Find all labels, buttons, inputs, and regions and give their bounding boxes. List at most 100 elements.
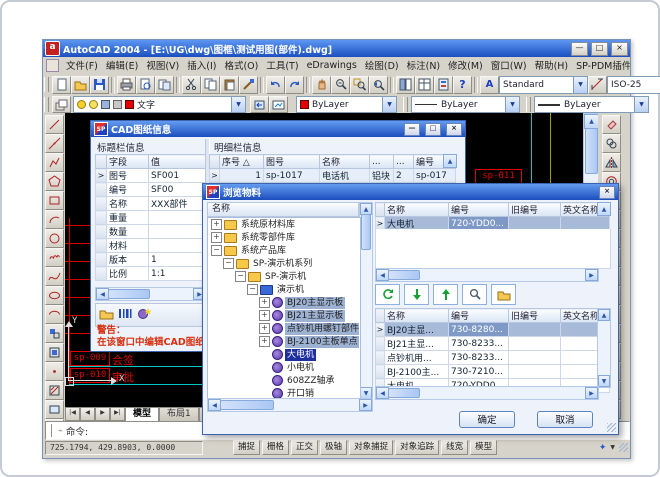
toggle-model[interactable]: 模型 — [470, 440, 497, 455]
tree-item[interactable]: +BJ20主显示板 — [209, 296, 359, 309]
list-vscrollbar[interactable]: ▲ ▼ — [597, 308, 611, 388]
menu-format[interactable]: 格式(O) — [220, 58, 262, 72]
layer-states-icon[interactable] — [269, 96, 288, 113]
toggle-otrack[interactable]: 对象追踪 — [395, 440, 439, 455]
menu-tools[interactable]: 工具(T) — [262, 58, 302, 72]
barcode-icon[interactable] — [118, 307, 133, 323]
new-icon[interactable] — [52, 76, 71, 94]
tab-first-icon[interactable]: |◀ — [65, 407, 80, 421]
plot-icon[interactable] — [117, 76, 136, 94]
open-folder-icon[interactable] — [491, 284, 516, 305]
menu-window[interactable]: 窗口(W) — [487, 58, 531, 72]
collapse-icon[interactable]: − — [247, 284, 258, 295]
expand-icon[interactable]: + — [259, 297, 270, 308]
spline-icon[interactable] — [45, 267, 64, 286]
plot-preview-icon[interactable] — [136, 76, 155, 94]
lineweight-combo[interactable]: ByLayer ▼ — [534, 96, 649, 113]
expand-icon[interactable]: + — [211, 219, 222, 230]
zoom-previous-icon[interactable] — [369, 76, 388, 94]
menu-sp-pdm[interactable]: SP-PDM插件(P) — [572, 58, 630, 72]
zoom-realtime-icon[interactable] — [331, 76, 350, 94]
cut-icon[interactable] — [182, 76, 201, 94]
collapse-icon[interactable]: − — [235, 271, 246, 282]
toggle-osnap[interactable]: 对象捕捉 — [349, 440, 393, 455]
polyline-icon[interactable] — [45, 153, 64, 172]
tree-header[interactable]: 名称 — [207, 202, 359, 217]
save-icon[interactable] — [90, 76, 109, 94]
minimize-button[interactable]: — — [571, 42, 588, 56]
collapse-icon[interactable]: − — [223, 258, 234, 269]
menu-draw[interactable]: 绘图(D) — [361, 58, 403, 72]
tree-item[interactable]: +BJ-2100主板单点 — [209, 335, 359, 348]
add-part-icon[interactable] — [137, 307, 152, 323]
layer-combo[interactable]: 文字 ▼ — [73, 96, 246, 113]
tab-layout1[interactable]: 布局1 — [159, 407, 199, 421]
toolbar-grip[interactable] — [44, 77, 49, 92]
arc-icon[interactable] — [45, 210, 64, 229]
tree-item[interactable]: −SP-演示机系列 — [209, 257, 359, 270]
publish-icon[interactable] — [155, 76, 174, 94]
communication-center-icon[interactable]: ✦ — [599, 443, 607, 453]
region-icon[interactable] — [45, 400, 64, 419]
properties-icon[interactable] — [396, 76, 415, 94]
paste-icon[interactable] — [220, 76, 239, 94]
scroll-right-icon[interactable]: ▶ — [359, 399, 372, 411]
toggle-polar[interactable]: 极轴 — [320, 440, 347, 455]
selected-material-table[interactable]: 名称 编号 旧编号 英文名称 > 大电机 720-YDD0... — [375, 202, 610, 231]
tree-item[interactable]: 大电机 — [209, 348, 359, 361]
layer-manager-icon[interactable] — [52, 96, 71, 113]
polygon-icon[interactable] — [45, 172, 64, 191]
materials-list-table[interactable]: 名称 编号 旧编号 英文名称 > BJ20主显... 730-8280... B… — [375, 308, 610, 393]
toggle-snap[interactable]: 捕捉 — [233, 440, 260, 455]
match-properties-icon[interactable] — [239, 76, 258, 94]
scroll-down-icon[interactable]: ▼ — [598, 375, 610, 387]
tool-palettes-icon[interactable] — [434, 76, 453, 94]
ok-button[interactable]: 确定 — [459, 411, 515, 428]
command-grip[interactable] — [47, 424, 52, 437]
close-button[interactable]: × — [611, 42, 628, 56]
dialog-close-button[interactable]: × — [599, 186, 615, 199]
erase-icon[interactable] — [602, 115, 621, 134]
dialog-maximize-button[interactable]: □ — [425, 123, 441, 136]
open-record-icon[interactable] — [99, 307, 114, 323]
hatch-icon[interactable] — [45, 381, 64, 400]
toolbar-grip[interactable] — [44, 97, 49, 112]
export-up-icon[interactable] — [433, 284, 458, 305]
ellipse-icon[interactable] — [45, 286, 64, 305]
tree-item[interactable]: −演示机 — [209, 283, 359, 296]
cancel-button[interactable]: 取消 — [537, 411, 593, 428]
resize-grip[interactable] — [619, 443, 628, 452]
tree-hscrollbar[interactable]: ◀ ▶ — [207, 398, 373, 412]
toggle-ortho[interactable]: 正交 — [291, 440, 318, 455]
collapse-icon[interactable]: − — [211, 245, 222, 256]
mirror-icon[interactable] — [602, 153, 621, 172]
insert-block-icon[interactable] — [45, 324, 64, 343]
toggle-grid[interactable]: 栅格 — [262, 440, 289, 455]
menu-insert[interactable]: 插入(I) — [183, 58, 220, 72]
pan-icon[interactable] — [312, 76, 331, 94]
open-icon[interactable] — [71, 76, 90, 94]
rectangle-icon[interactable] — [45, 191, 64, 210]
browse-tree[interactable]: +系统原材料库+系统零部件库−系统产品库−SP-演示机系列−SP-演示机−演示机… — [207, 217, 361, 400]
expand-icon[interactable]: + — [259, 310, 270, 321]
dim-style-combo[interactable]: ISO-25▼ — [607, 76, 660, 94]
dialog-resize-grip[interactable] — [607, 423, 616, 432]
tree-item[interactable]: −SP-演示机 — [209, 270, 359, 283]
expand-icon[interactable]: + — [259, 323, 270, 334]
tab-model[interactable]: 模型 — [125, 407, 159, 421]
linetype-combo[interactable]: ByLayer ▼ — [411, 96, 520, 113]
cad-info-title-bar[interactable]: SP CAD图纸信息 — □ × — [91, 121, 465, 137]
tree-item[interactable]: 小电机 — [209, 361, 359, 374]
dialog-close-button[interactable]: × — [446, 123, 462, 136]
text-style-icon[interactable]: A — [480, 76, 499, 94]
zoom-window-icon[interactable] — [350, 76, 369, 94]
dialog-minimize-button[interactable]: — — [404, 123, 420, 136]
menu-edrawings[interactable]: eDrawings — [303, 60, 361, 71]
circle-icon[interactable] — [45, 229, 64, 248]
undo-icon[interactable] — [266, 76, 285, 94]
toolbar-grip[interactable] — [403, 97, 408, 112]
tab-prev-icon[interactable]: ◀ — [80, 407, 95, 421]
tree-item[interactable]: +点钞机用螺钉部件 — [209, 322, 359, 335]
refresh-icon[interactable] — [375, 284, 400, 305]
tree-item[interactable]: +系统原材料库 — [209, 218, 359, 231]
